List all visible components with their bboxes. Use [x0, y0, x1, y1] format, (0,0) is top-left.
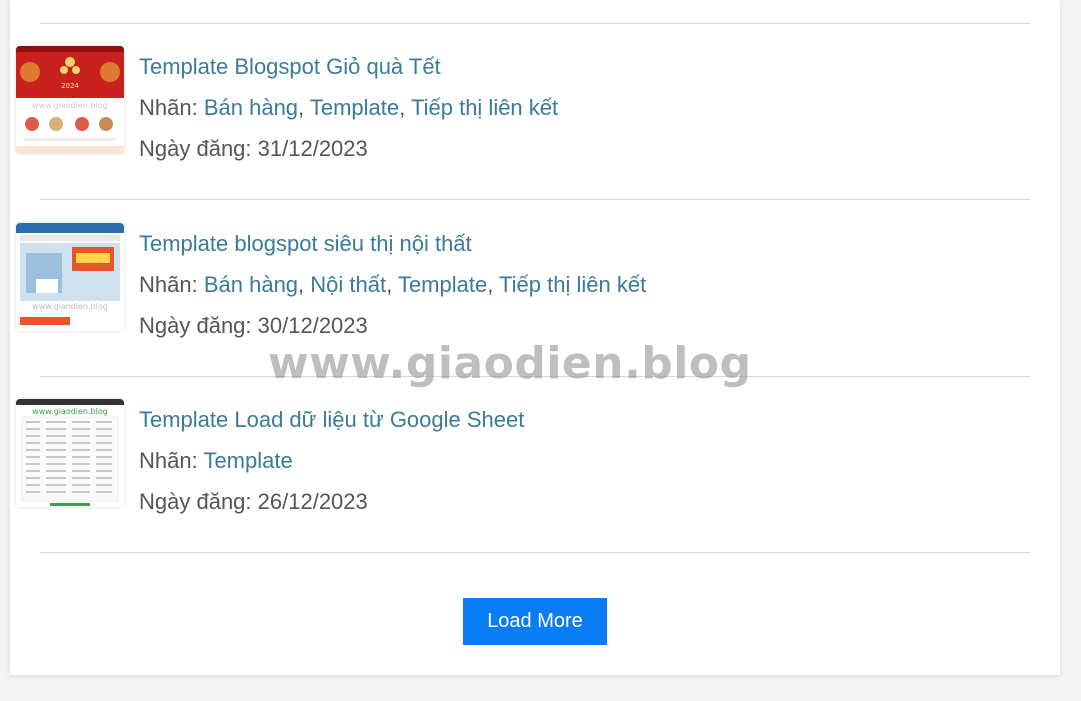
furniture-store-thumbnail-image: www.giaodien.blog	[16, 223, 124, 331]
post-date: Ngày đăng: 30/12/2023	[139, 313, 646, 339]
date-value: 31/12/2023	[257, 136, 368, 161]
list-item: www.giaodien.blog Template Load dữ liệu …	[16, 399, 1016, 514]
post-labels: Nhãn: Template	[139, 448, 524, 474]
post-title-link[interactable]: Template Load dữ liệu từ Google Sheet	[139, 407, 524, 433]
divider	[40, 376, 1030, 377]
load-more-button[interactable]: Load More	[463, 598, 607, 645]
post-date: Ngày đăng: 31/12/2023	[139, 136, 558, 162]
date-prefix: Ngày đăng:	[139, 136, 252, 161]
gift-basket-thumbnail-image: 2024 www.giaodien.blog	[16, 46, 124, 154]
divider	[40, 23, 1030, 24]
label-link[interactable]: Tiếp thị liên kết	[499, 272, 646, 297]
post-thumbnail[interactable]: 2024 www.giaodien.blog	[16, 46, 124, 154]
label-link[interactable]: Bán hàng	[204, 272, 298, 297]
post-thumbnail[interactable]: www.giaodien.blog	[16, 223, 124, 331]
labels-prefix: Nhãn:	[139, 448, 198, 473]
list-item: 2024 www.giaodien.blog Template Blogspot…	[16, 46, 1016, 161]
date-prefix: Ngày đăng:	[139, 489, 252, 514]
post-labels: Nhãn: Bán hàng, Template, Tiếp thị liên …	[139, 95, 559, 120]
google-sheet-thumbnail-image: www.giaodien.blog	[16, 399, 124, 507]
labels-prefix: Nhãn:	[139, 272, 198, 297]
post-date: Ngày đăng: 26/12/2023	[139, 489, 524, 515]
label-link[interactable]: Template	[398, 272, 487, 297]
date-value: 26/12/2023	[257, 489, 368, 514]
svg-text:www.giaodien.blog: www.giaodien.blog	[32, 407, 108, 416]
svg-text:www.giaodien.blog: www.giaodien.blog	[32, 101, 108, 110]
list-item: www.giaodien.blog Template blogspot siêu…	[16, 223, 1016, 338]
svg-text:2024: 2024	[61, 82, 79, 90]
label-link[interactable]: Template	[310, 95, 399, 120]
label-link[interactable]: Template	[203, 448, 292, 473]
post-title-link[interactable]: Template blogspot siêu thị nội thất	[139, 231, 646, 257]
post-list-card: 2024 www.giaodien.blog Template Blogspot…	[10, 0, 1060, 675]
post-labels: Nhãn: Bán hàng, Nội thất, Template, Tiếp…	[139, 272, 647, 297]
date-value: 30/12/2023	[257, 313, 368, 338]
svg-text:www.giaodien.blog: www.giaodien.blog	[32, 302, 108, 311]
labels-prefix: Nhãn:	[139, 95, 198, 120]
label-link[interactable]: Bán hàng	[204, 95, 298, 120]
date-prefix: Ngày đăng:	[139, 313, 252, 338]
post-title-link[interactable]: Template Blogspot Giỏ quà Tết	[139, 54, 558, 80]
divider	[40, 552, 1030, 553]
divider	[40, 199, 1030, 200]
post-thumbnail[interactable]: www.giaodien.blog	[16, 399, 124, 507]
label-link[interactable]: Tiếp thị liên kết	[411, 95, 558, 120]
label-link[interactable]: Nội thất	[310, 272, 386, 297]
